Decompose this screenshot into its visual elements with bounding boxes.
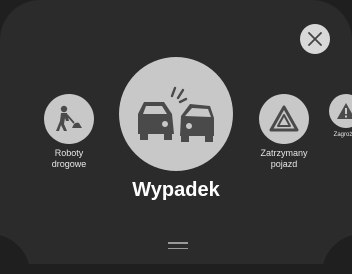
- selected-option-label: Wypadek: [132, 179, 220, 201]
- hazard-circle: [329, 94, 352, 128]
- warning-icon: [337, 103, 352, 119]
- road-works-label: Roboty drogowe: [51, 148, 87, 169]
- report-option-road-works[interactable]: Roboty drogowe: [40, 94, 98, 170]
- hazard-label: Zagroż…: [333, 132, 352, 138]
- hazard-triangle-icon: [269, 105, 299, 132]
- report-option-stopped-vehicle[interactable]: Zatrzymany pojazd: [254, 94, 314, 170]
- report-panel: Roboty drogowe Wypadek Zatrzymany pojazd…: [0, 0, 352, 264]
- report-option-hazard[interactable]: Zagroż…: [326, 94, 352, 139]
- road-works-icon: [56, 105, 82, 131]
- car-crash-icon: [138, 86, 214, 142]
- road-works-circle: [44, 94, 94, 144]
- report-option-accident[interactable]: [119, 57, 233, 171]
- close-icon: [308, 32, 322, 46]
- drag-handle[interactable]: [168, 242, 188, 250]
- close-button[interactable]: [300, 24, 330, 54]
- accident-circle: [119, 57, 233, 171]
- stopped-vehicle-circle: [259, 94, 309, 144]
- stopped-vehicle-label: Zatrzymany pojazd: [260, 148, 308, 169]
